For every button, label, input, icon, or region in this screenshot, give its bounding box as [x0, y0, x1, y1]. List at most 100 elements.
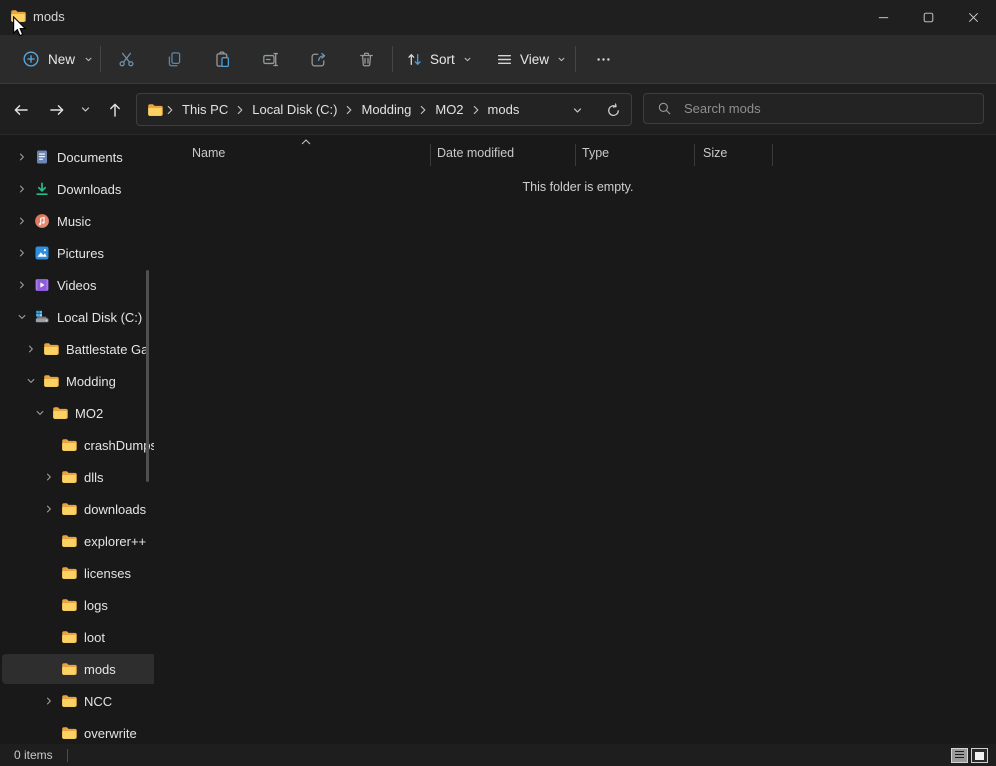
rename-button[interactable]	[251, 41, 289, 77]
sidebar-item-label: loot	[84, 630, 105, 645]
chevron-right-icon[interactable]	[23, 341, 39, 357]
address-bar[interactable]: This PC Local Disk (C:) Modding MO2 mods	[136, 93, 632, 126]
column-header-size[interactable]: Size	[703, 146, 727, 160]
sidebar-item-loot[interactable]: loot	[2, 622, 154, 652]
folder-icon	[61, 629, 77, 645]
recent-locations-button[interactable]	[74, 96, 96, 123]
search-box[interactable]	[643, 93, 984, 124]
arrow-left-icon	[12, 101, 30, 119]
close-button[interactable]	[951, 0, 996, 34]
expander-placeholder	[41, 437, 57, 453]
sidebar-item-licenses[interactable]: licenses	[2, 558, 154, 588]
sidebar-item-label: overwrite	[84, 726, 137, 741]
paste-button[interactable]	[203, 41, 241, 77]
chevron-down-icon	[571, 104, 584, 117]
column-header-type[interactable]: Type	[582, 146, 609, 160]
column-header-date-modified[interactable]: Date modified	[437, 146, 514, 160]
sort-button[interactable]: Sort	[398, 43, 481, 75]
chevron-right-icon[interactable]	[14, 213, 30, 229]
sidebar-item-label: mods	[84, 662, 116, 677]
sidebar-item-modding[interactable]: Modding	[2, 366, 154, 396]
chevron-right-icon[interactable]	[14, 277, 30, 293]
share-button[interactable]	[299, 41, 337, 77]
back-button[interactable]	[7, 96, 34, 123]
breadcrumb-item[interactable]: This PC	[177, 99, 233, 120]
column-divider[interactable]	[694, 144, 695, 166]
sidebar-item-ncc[interactable]: NCC	[2, 686, 154, 716]
search-icon	[657, 101, 672, 116]
toolbar-divider	[392, 46, 393, 72]
chevron-down-icon[interactable]	[14, 309, 30, 325]
copy-button[interactable]	[155, 41, 193, 77]
sidebar-item-label: logs	[84, 598, 108, 613]
delete-button[interactable]	[347, 41, 385, 77]
cut-button[interactable]	[107, 41, 145, 77]
chevron-down-icon[interactable]	[32, 405, 48, 421]
folder-icon	[61, 437, 77, 453]
sidebar-item-downloads[interactable]: downloads	[2, 494, 154, 524]
sidebar-item-label: explorer++	[84, 534, 146, 549]
sidebar-item-battlestate-ga[interactable]: Battlestate Ga	[2, 334, 154, 364]
breadcrumb-item[interactable]: MO2	[430, 99, 468, 120]
sidebar-item-mods[interactable]: mods	[2, 654, 154, 684]
address-dropdown-button[interactable]	[565, 98, 589, 122]
sidebar-item-label: Downloads	[57, 182, 121, 197]
sidebar-item-label: Battlestate Ga	[66, 342, 148, 357]
sidebar-item-crashdumps[interactable]: crashDumps	[2, 430, 154, 460]
chevron-right-icon[interactable]	[41, 469, 57, 485]
chevron-down-icon[interactable]	[23, 373, 39, 389]
breadcrumb-item[interactable]: mods	[483, 99, 525, 120]
chevron-right-icon[interactable]	[14, 245, 30, 261]
more-options-button[interactable]	[584, 41, 622, 77]
sidebar-item-mo2[interactable]: MO2	[2, 398, 154, 428]
sidebar-item-label: Documents	[57, 150, 123, 165]
column-divider[interactable]	[772, 144, 773, 166]
breadcrumb-chevron-icon	[163, 104, 177, 116]
sort-ascending-icon	[300, 138, 312, 146]
folder-icon	[61, 693, 77, 709]
breadcrumb-item[interactable]: Local Disk (C:)	[247, 99, 342, 120]
delete-icon	[358, 51, 375, 68]
sidebar-item-music[interactable]: Music	[2, 206, 150, 236]
breadcrumb-item[interactable]: Modding	[356, 99, 416, 120]
column-header-name[interactable]: Name	[192, 146, 225, 160]
sidebar-item-logs[interactable]: logs	[2, 590, 154, 620]
sidebar-item-label: Videos	[57, 278, 97, 293]
sidebar-item-explorer-[interactable]: explorer++	[2, 526, 154, 556]
chevron-right-icon[interactable]	[14, 181, 30, 197]
chevron-right-icon[interactable]	[14, 149, 30, 165]
sidebar-item-documents[interactable]: Documents	[2, 142, 150, 172]
expander-placeholder	[41, 725, 57, 741]
forward-button[interactable]	[43, 96, 70, 123]
folder-icon	[52, 405, 68, 421]
sidebar-scrollbar[interactable]	[146, 270, 149, 482]
sidebar-item-local-disk-c-[interactable]: Local Disk (C:)	[2, 302, 150, 332]
sidebar-item-pictures[interactable]: Pictures	[2, 238, 150, 268]
column-divider[interactable]	[430, 144, 431, 166]
chevron-right-icon[interactable]	[41, 501, 57, 517]
plus-circle-icon	[22, 50, 40, 68]
details-view-toggle[interactable]	[951, 748, 968, 763]
window-title: mods	[33, 9, 65, 24]
sidebar-item-downloads[interactable]: Downloads	[2, 174, 150, 204]
sort-button-label: Sort	[430, 52, 455, 67]
sidebar-item-videos[interactable]: Videos	[2, 270, 150, 300]
search-input[interactable]	[682, 100, 983, 117]
more-ellipsis-icon	[595, 51, 612, 68]
sidebar-item-overwrite[interactable]: overwrite	[2, 718, 154, 744]
sidebar-item-label: downloads	[84, 502, 146, 517]
drive-icon	[34, 309, 50, 325]
column-divider[interactable]	[575, 144, 576, 166]
large-icons-view-toggle[interactable]	[971, 748, 988, 763]
new-button[interactable]: New	[14, 43, 102, 75]
up-button[interactable]	[101, 96, 128, 123]
chevron-right-icon[interactable]	[41, 693, 57, 709]
maximize-button[interactable]	[906, 0, 951, 34]
sidebar-item-dlls[interactable]: dlls	[2, 462, 154, 492]
minimize-button[interactable]	[861, 0, 906, 34]
expander-placeholder	[41, 533, 57, 549]
view-button[interactable]: View	[488, 43, 575, 75]
command-bar: New Sort View	[0, 35, 996, 84]
refresh-button[interactable]	[601, 98, 625, 122]
folder-icon	[61, 661, 77, 677]
